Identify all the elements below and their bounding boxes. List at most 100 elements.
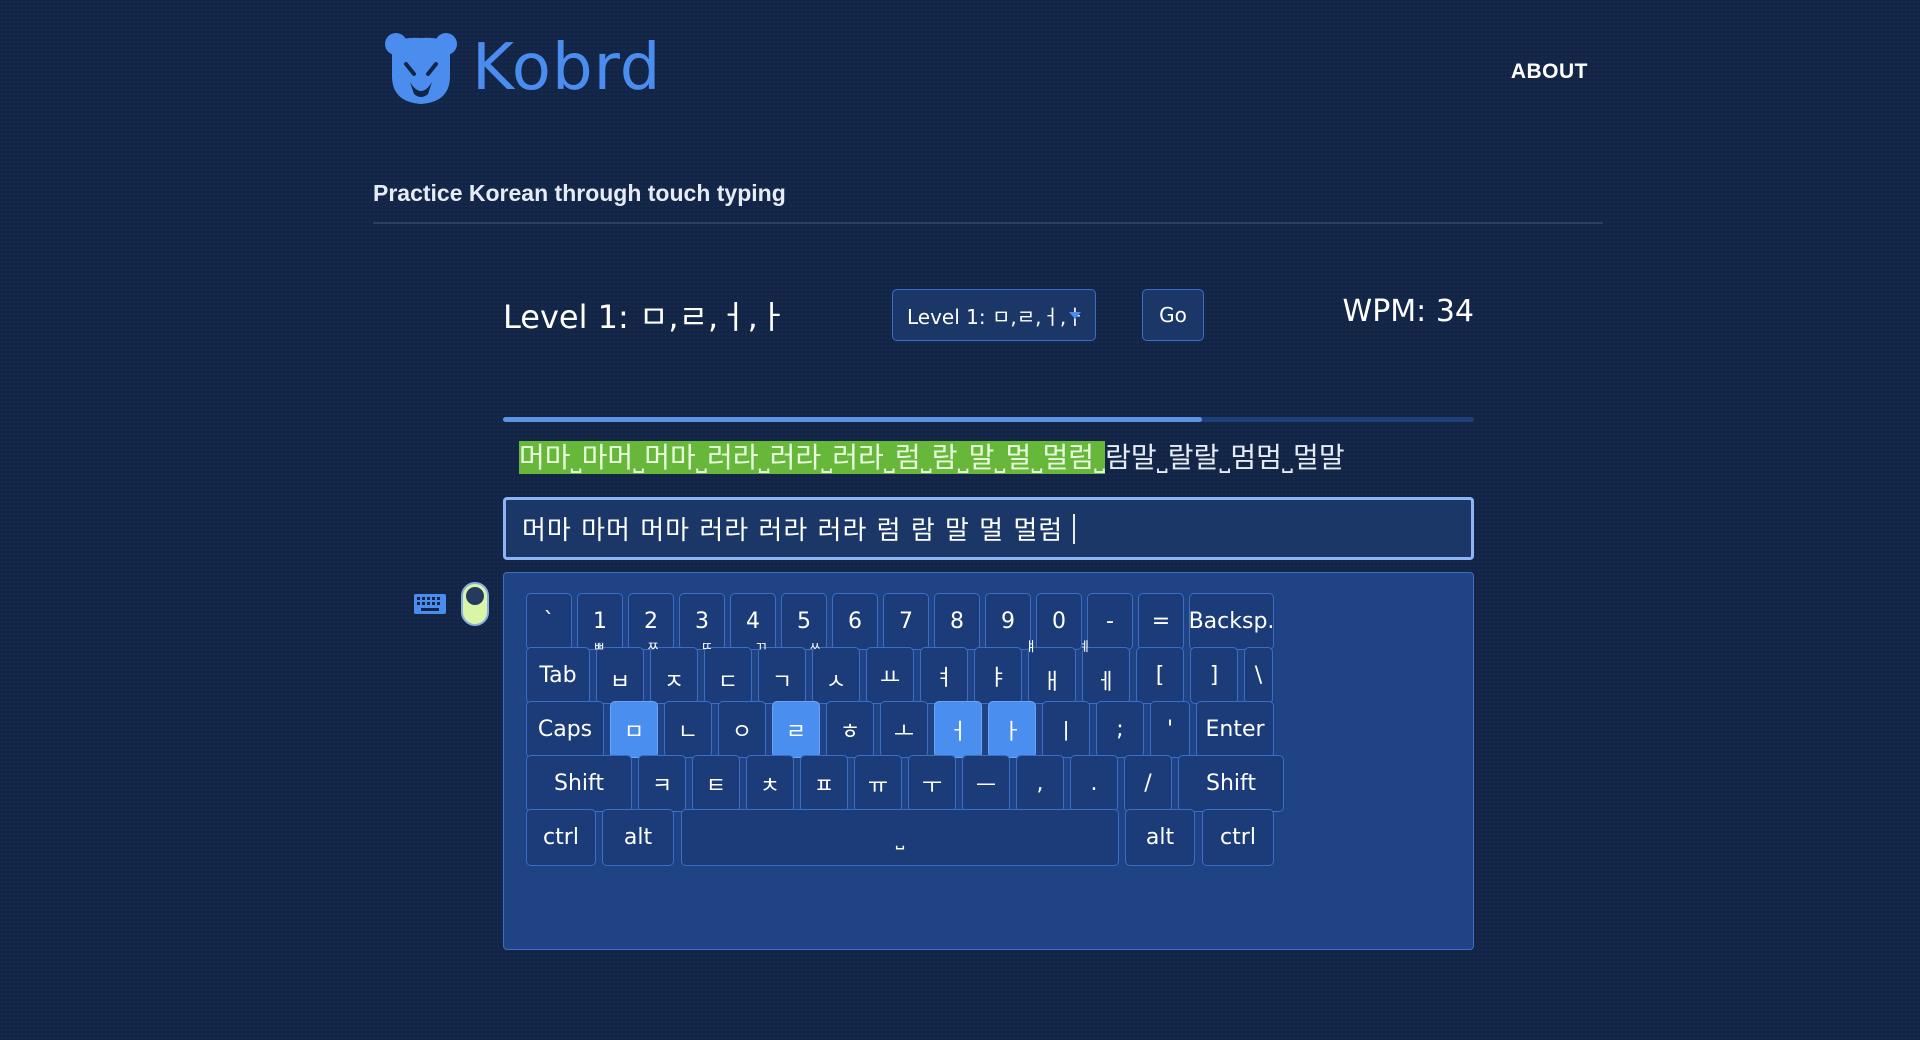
key-2-8-e3858f[interactable]: ㅏ xyxy=(988,701,1036,758)
key-label: ㅏ xyxy=(1001,719,1023,745)
key-4-1-alt[interactable]: alt xyxy=(602,809,674,866)
key-label: \ xyxy=(1254,663,1263,688)
key-label: ctrl xyxy=(1220,825,1256,850)
key-label: ㄷ xyxy=(717,669,739,695)
key-label: ㅊ xyxy=(759,773,781,799)
page: Kobrd ABOUT Practice Korean through touc… xyxy=(0,0,1920,1040)
key-1-12-5d[interactable]: ] xyxy=(1190,647,1238,704)
key-label: ㅁ xyxy=(623,719,645,745)
keyboard-toggle[interactable] xyxy=(461,582,489,626)
level-title: Level 1: ㅁ,ㄹ,ㅓ,ㅏ xyxy=(503,298,788,336)
key-2-9-e385a3[interactable]: ㅣ xyxy=(1042,701,1090,758)
key-4-3-alt[interactable]: alt xyxy=(1125,809,1195,866)
key-3-10-2f[interactable]: / xyxy=(1124,755,1172,812)
key-0-0-60[interactable]: ` xyxy=(526,593,572,650)
key-label: / xyxy=(1144,771,1152,796)
key-1-10-e38594[interactable]: ㅔㅖ xyxy=(1079,640,1130,704)
key-label: Caps xyxy=(537,717,593,742)
text-cursor xyxy=(1073,513,1076,544)
key-3-3-e3858a[interactable]: ㅊ xyxy=(746,755,794,812)
key-label: Enter xyxy=(1205,717,1265,742)
key-0-6-6[interactable]: 6 xyxy=(832,593,878,650)
key-2-0-caps[interactable]: Caps xyxy=(526,701,604,758)
key-label: 6 xyxy=(848,609,862,634)
key-0-4-4[interactable]: 4 xyxy=(730,593,776,650)
key-label: ] xyxy=(1209,663,1219,688)
key-label: Tab xyxy=(539,663,577,688)
key-3-6-e3859c[interactable]: ㅜ xyxy=(908,755,956,812)
key-label: ㅂ xyxy=(609,669,631,695)
key-0-10-0[interactable]: 0 xyxy=(1036,593,1082,650)
key-label: 5 xyxy=(797,609,811,634)
key-2-4-e384b9[interactable]: ㄹ xyxy=(772,701,820,758)
typing-input[interactable]: 머마 마머 머마 러라 러라 러라 럼 람 말 멀 멀럼 xyxy=(503,497,1474,560)
key-label: 2 xyxy=(644,609,658,634)
logo[interactable]: Kobrd xyxy=(384,30,661,106)
key-4-0-ctrl[interactable]: ctrl xyxy=(526,809,596,866)
key-2-1-e38581[interactable]: ㅁ xyxy=(610,701,658,758)
key-1-7-e38595[interactable]: ㅕ xyxy=(920,647,968,704)
key-label: ㅌ xyxy=(705,773,727,799)
bear-logo-icon xyxy=(385,33,457,104)
key-label: ㅛ xyxy=(879,665,901,691)
key-1-2-e38588[interactable]: ㅈㅉ xyxy=(647,640,698,704)
key-2-2-e384b4[interactable]: ㄴ xyxy=(664,701,712,758)
key-3-7-e385a1[interactable]: ㅡ xyxy=(962,755,1010,812)
key-label: ㅅ xyxy=(825,669,847,695)
key-label: 4 xyxy=(746,609,760,634)
key-1-6-e3859b[interactable]: ㅛ xyxy=(866,647,914,704)
key-1-3-e384b7[interactable]: ㄷㄸ xyxy=(701,640,752,704)
key-1-11-5b[interactable]: [ xyxy=(1136,647,1184,704)
key-label: ㅇ xyxy=(731,719,753,745)
key-label: ㅎ xyxy=(839,719,861,745)
key-0-11--[interactable]: - xyxy=(1087,593,1133,650)
key-label: ㅈ xyxy=(663,669,685,695)
key-0-12-3d[interactable]: = xyxy=(1138,593,1184,650)
key-1-8-e38591[interactable]: ㅑ xyxy=(974,647,1022,704)
key-2-7-e38593[interactable]: ㅓ xyxy=(934,701,982,758)
key-2-3-e38587[interactable]: ㅇ xyxy=(718,701,766,758)
key-2-10-3b[interactable]: ; xyxy=(1096,701,1144,758)
key-1-4-e384b1[interactable]: ㄱㄲ xyxy=(755,640,806,704)
key-1-5-e38585[interactable]: ㅅㅆ xyxy=(809,640,860,704)
key-label: , xyxy=(1036,771,1044,796)
key-1-13-5c[interactable]: \ xyxy=(1244,647,1273,704)
go-button[interactable]: Go xyxy=(1142,289,1204,341)
key-1-9-e38590[interactable]: ㅐㅒ xyxy=(1025,640,1076,704)
key-label: ㅗ xyxy=(893,719,915,745)
about-link[interactable]: ABOUT xyxy=(1511,60,1588,84)
key-0-8-8[interactable]: 8 xyxy=(934,593,980,650)
key-label: - xyxy=(1106,609,1114,634)
key-0-7-7[interactable]: 7 xyxy=(883,593,929,650)
key-3-0-shift[interactable]: Shift xyxy=(526,755,632,812)
key-4-4-ctrl[interactable]: ctrl xyxy=(1202,809,1274,866)
key-label: ㅕ xyxy=(933,665,955,691)
toggle-knob xyxy=(466,587,484,605)
key-3-5-e385a0[interactable]: ㅠ xyxy=(854,755,902,812)
key-0-13-backsp.[interactable]: Backsp. xyxy=(1189,593,1274,650)
key-1-0-tab[interactable]: Tab xyxy=(526,647,590,704)
key-3-8-2c[interactable]: , xyxy=(1016,755,1064,812)
key-label: Shift xyxy=(553,771,604,796)
key-3-9-.[interactable]: . xyxy=(1070,755,1118,812)
level-select-value: Level 1: ㅁ,ㄹ,ㅓ,ㅏ xyxy=(907,304,1085,329)
key-2-11-'[interactable]: ' xyxy=(1150,701,1190,758)
key-1-1-e38582[interactable]: ㅂㅃ xyxy=(593,640,644,704)
key-label: = xyxy=(1151,609,1171,634)
key-2-12-enter[interactable]: Enter xyxy=(1196,701,1274,758)
key-label: 1 xyxy=(593,609,607,634)
key-3-1-e3858b[interactable]: ㅋ xyxy=(638,755,686,812)
target-text: 머마˽마머˽머마˽러라˽러라˽러라˽럼˽람˽말˽멀˽멀럼˽람말˽랄랄˽멈멈˽멀말 xyxy=(519,441,1345,475)
key-label: ㅜ xyxy=(921,773,943,799)
key-3-11-shift[interactable]: Shift xyxy=(1178,755,1284,812)
key-4-2-space[interactable]: ˽ xyxy=(681,809,1119,866)
key-3-4-e3858d[interactable]: ㅍ xyxy=(800,755,848,812)
virtual-keyboard: ` 1 2 3 4 5 6 7 8 9 0- = Backsp. Tab ㅂㅃㅈㅉㄷㄸㄱㄲㅅㅆㅛㅕㅑㅐㅒㅔㅖ… xyxy=(503,572,1474,950)
key-2-5-e3858e[interactable]: ㅎ xyxy=(826,701,874,758)
target-text-remaining: 람말˽랄랄˽멈멈˽멀말 xyxy=(1105,441,1345,474)
key-2-6-e38597[interactable]: ㅗ xyxy=(880,701,928,758)
level-select[interactable]: Level 1: ㅁ,ㄹ,ㅓ,ㅏ xyxy=(892,289,1096,341)
key-3-2-e3858c[interactable]: ㅌ xyxy=(692,755,740,812)
key-label: ; xyxy=(1116,717,1124,742)
header-divider xyxy=(373,222,1603,224)
